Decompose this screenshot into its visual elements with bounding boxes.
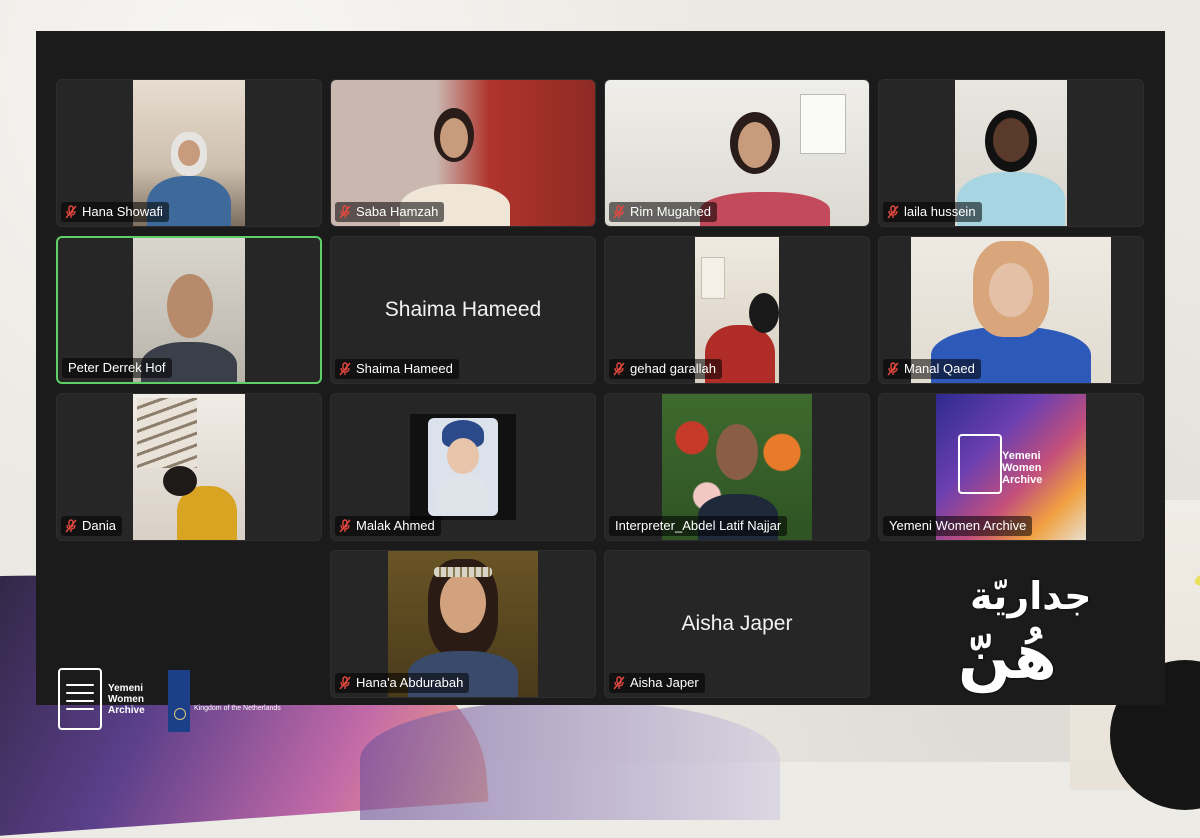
participant-name-tag: Manal Qaed [883,359,981,379]
archive-logo-line3: Archive [108,704,145,716]
arabic-title-line1: جداريّة [970,574,1092,618]
participant-display-name: Shaima Hameed [384,298,542,321]
mic-muted-icon [887,205,899,219]
participant-name: Manal Qaed [904,361,975,376]
participant-name: Shaima Hameed [356,361,453,376]
participant-tile[interactable]: Hana Showafi [56,79,322,227]
participant-name: gehad garallah [630,361,717,376]
mic-muted-icon [339,519,351,533]
participant-tile-video-off[interactable]: Shaima Hameed Shaima Hameed [330,236,596,384]
participant-name-tag: Rim Mugahed [609,202,717,222]
archive-logo-icon [58,668,102,730]
participant-name-tag: Aisha Japer [609,673,705,693]
participant-name-tag: Malak Ahmed [335,516,441,536]
participant-name-tag: Yemeni Women Archive [883,516,1033,536]
participant-tile[interactable]: Hana'a Abdurabah [330,550,596,698]
participant-name-tag: Interpreter_Abdel Latif Najjar [609,516,788,536]
participant-tile-video-off[interactable]: Aisha Japer Aisha Japer [604,550,870,698]
netherlands-logo: Kingdom of the Netherlands [168,670,281,732]
participant-name: Saba Hamzah [356,204,439,219]
decor-yellow [1192,564,1200,590]
background-swoosh-2 [360,700,780,820]
participant-tile[interactable]: Saba Hamzah [330,79,596,227]
arabic-title-line2: هُنّ [958,620,1057,693]
participant-name: Yemeni Women Archive [889,518,1027,533]
mic-muted-icon [613,676,625,690]
mic-muted-icon [887,362,899,376]
participant-name: Rim Mugahed [630,204,711,219]
participant-name: Aisha Japer [630,675,699,690]
participant-name-tag: Peter Derrek Hof [62,358,172,378]
participant-tile[interactable]: Rim Mugahed [604,79,870,227]
mic-muted-icon [339,676,351,690]
yemeni-women-archive-logo: Yemeni Women Archive [58,668,145,730]
netherlands-crest-icon [168,670,190,732]
archive-logo-line1: Yemeni [108,682,144,694]
event-arabic-title: جداريّة هُنّ [940,570,1092,720]
participant-name: laila hussein [904,204,976,219]
participant-name-tag: Shaima Hameed [335,359,459,379]
participant-name: Malak Ahmed [356,518,435,533]
sponsor-text: Kingdom of the Netherlands [194,705,281,712]
mic-muted-icon [613,205,625,219]
participant-name: Hana Showafi [82,204,163,219]
archive-logo-text: Yemeni Women Archive [108,683,145,716]
participant-name-tag: Hana'a Abdurabah [335,673,470,693]
participant-tile[interactable]: gehad garallah [604,236,870,384]
tile-logo-line1: Yemeni [1002,450,1041,462]
mic-muted-icon [65,205,77,219]
participant-video [133,394,245,540]
participant-display-name: Aisha Japer [681,612,793,635]
mic-muted-icon [65,519,77,533]
mic-muted-icon [339,205,351,219]
participant-name-tag: laila hussein [883,202,982,222]
participant-tile-active-speaker[interactable]: Peter Derrek Hof [56,236,322,384]
participant-tile[interactable]: Yemeni Women Archive Yemeni Women Archiv… [878,393,1144,541]
participant-name: Interpreter_Abdel Latif Najjar [615,518,782,533]
participant-video [410,414,516,520]
participant-tile[interactable]: Interpreter_Abdel Latif Najjar [604,393,870,541]
tile-logo-line2: Women [1002,462,1042,474]
participant-name-tag: Dania [61,516,122,536]
tile-logo-line3: Archive [1002,474,1043,486]
participant-tile[interactable]: Malak Ahmed [330,393,596,541]
participant-tile[interactable]: laila hussein [878,79,1144,227]
participant-name: Dania [82,518,116,533]
mic-muted-icon [613,362,625,376]
participant-name: Peter Derrek Hof [68,360,166,375]
participant-name-tag: Hana Showafi [61,202,169,222]
participant-name-tag: Saba Hamzah [335,202,445,222]
participant-tile[interactable]: Manal Qaed [878,236,1144,384]
mic-muted-icon [339,362,351,376]
participant-name: Hana'a Abdurabah [356,675,464,690]
participant-tile[interactable]: Dania [56,393,322,541]
archive-logo-line2: Women [108,693,144,705]
participant-name-tag: gehad garallah [609,359,723,379]
